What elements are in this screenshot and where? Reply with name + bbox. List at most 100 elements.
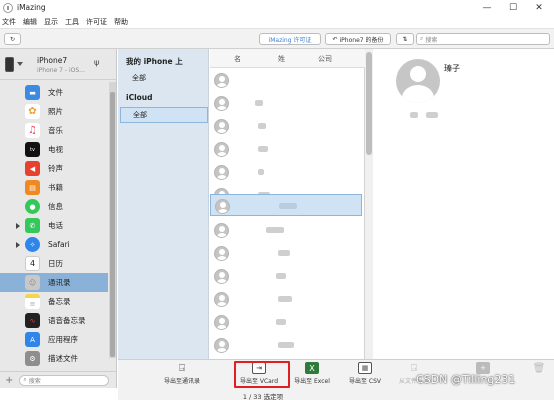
sidebar-item-label: Safari bbox=[48, 240, 70, 249]
sidebar-item-label: 应用程序 bbox=[48, 335, 78, 344]
expand-arrow-icon[interactable] bbox=[16, 241, 20, 248]
redacted-text bbox=[410, 112, 418, 118]
avatar bbox=[215, 199, 230, 214]
selection-status: 1 / 33 选定项 bbox=[242, 393, 284, 400]
column-company[interactable]: 公司 bbox=[318, 54, 332, 64]
window-title: iMazing bbox=[17, 3, 46, 12]
export-to-csv-button[interactable]: ▦ 导出至 CSV bbox=[339, 362, 391, 388]
sidebar-item-phone[interactable]: ✆ 电话 bbox=[0, 216, 108, 235]
sidebar-item-music[interactable]: ♫ 音乐 bbox=[0, 121, 108, 140]
contact-row[interactable] bbox=[210, 288, 362, 310]
export-to-contacts-button[interactable]: ⍈ 导出至通讯录 bbox=[156, 362, 208, 388]
voice-memo-icon: ∿ bbox=[25, 313, 40, 328]
sidebar-item-voice-memos[interactable]: ∿ 语音备忘录 bbox=[0, 311, 108, 330]
menu-help[interactable]: 帮助 bbox=[114, 17, 128, 27]
redacted-text bbox=[276, 319, 286, 325]
contact-row-selected[interactable] bbox=[210, 194, 362, 216]
sidebar-item-ringtones[interactable]: ◀ 铃声 bbox=[0, 159, 108, 178]
sidebar-scroll-thumb[interactable] bbox=[110, 92, 115, 357]
redacted-text bbox=[278, 250, 290, 256]
sidebar-item-safari[interactable]: ✧ Safari bbox=[0, 235, 108, 254]
sidebar: iPhone7 iPhone 7 - iOS... ψ ▬ 文件 ✿ 照片 ♫ … bbox=[0, 49, 117, 388]
menu-edit[interactable]: 编辑 bbox=[23, 17, 37, 27]
group-label: 全部 bbox=[133, 111, 147, 119]
contact-row[interactable] bbox=[210, 92, 362, 114]
menu-tools[interactable]: 工具 bbox=[65, 17, 79, 27]
contact-row[interactable] bbox=[210, 265, 362, 287]
delete-button[interactable]: 🗑 bbox=[513, 362, 554, 388]
refresh-button[interactable]: ↻ bbox=[4, 33, 21, 45]
sidebar-item-apps[interactable]: A 应用程序 bbox=[0, 330, 108, 349]
column-first-name[interactable]: 名 bbox=[234, 54, 241, 64]
contact-row[interactable] bbox=[210, 138, 362, 160]
search-input[interactable]: ⌕ 搜索 bbox=[416, 33, 550, 45]
menu-file[interactable]: 文件 bbox=[2, 17, 16, 27]
redacted-text bbox=[266, 227, 284, 233]
usb-icon: ψ bbox=[94, 58, 100, 67]
sidebar-item-label: 日历 bbox=[48, 259, 63, 268]
vcard-highlight-box bbox=[234, 361, 290, 388]
expand-arrow-icon[interactable] bbox=[16, 222, 20, 229]
group-all-iphone[interactable]: 全部 bbox=[120, 70, 208, 86]
sidebar-item-label: 文件 bbox=[48, 88, 63, 97]
contact-row[interactable] bbox=[210, 69, 362, 91]
sidebar-item-photos[interactable]: ✿ 照片 bbox=[0, 102, 108, 121]
menu-view[interactable]: 显示 bbox=[44, 17, 58, 27]
menu-bar: 文件 编辑 显示 工具 许可证 帮助 bbox=[0, 15, 554, 28]
contact-row[interactable] bbox=[210, 334, 362, 356]
export-label: 导出至 CSV bbox=[348, 378, 381, 385]
group-label: 全部 bbox=[132, 74, 146, 82]
toolbar: ↻ iMazing 许可证 ↶ iPhone7 的备份 ⇅ ⌕ 搜索 bbox=[0, 28, 554, 49]
add-icon[interactable]: + bbox=[5, 375, 13, 386]
device-header[interactable]: iPhone7 iPhone 7 - iOS... ψ bbox=[0, 49, 117, 80]
notes-icon: ≡ bbox=[25, 294, 40, 309]
sort-button[interactable]: ⇅ bbox=[396, 33, 414, 45]
excel-icon: X bbox=[305, 362, 319, 374]
trash-icon: 🗑 bbox=[532, 362, 546, 374]
sidebar-search-input[interactable]: ⌕ 搜索 bbox=[19, 374, 110, 386]
contact-avatar bbox=[396, 59, 440, 103]
contacts-scrollbar[interactable] bbox=[365, 49, 373, 359]
close-button[interactable]: ✕ bbox=[528, 0, 550, 15]
sidebar-search-placeholder: 搜索 bbox=[28, 377, 41, 385]
contact-row[interactable] bbox=[210, 115, 362, 137]
menu-license[interactable]: 许可证 bbox=[86, 17, 107, 27]
sidebar-scrollbar[interactable] bbox=[109, 82, 116, 358]
music-icon: ♫ bbox=[25, 123, 40, 138]
safari-icon: ✧ bbox=[25, 237, 40, 252]
sidebar-item-label: 铃声 bbox=[48, 164, 63, 173]
export-to-excel-button[interactable]: X 导出至 Excel bbox=[286, 362, 338, 388]
iphone-icon bbox=[5, 57, 14, 72]
sidebar-item-files[interactable]: ▬ 文件 bbox=[0, 83, 108, 102]
minimize-button[interactable]: — bbox=[476, 0, 498, 15]
column-last-name[interactable]: 姓 bbox=[278, 54, 285, 64]
sidebar-item-calendar[interactable]: 4 日历 bbox=[0, 254, 108, 273]
redacted-text bbox=[276, 273, 286, 279]
apps-icon: A bbox=[25, 332, 40, 347]
sidebar-item-books[interactable]: ▤ 书籍 bbox=[0, 178, 108, 197]
sidebar-item-notes[interactable]: ≡ 备忘录 bbox=[0, 292, 108, 311]
title-bar: iMazing bbox=[0, 0, 554, 15]
tv-icon: tv bbox=[25, 142, 40, 157]
contacts-scroll-thumb[interactable] bbox=[366, 52, 372, 155]
sidebar-item-tv[interactable]: tv 电视 bbox=[0, 140, 108, 159]
contact-name: 瑧子 bbox=[444, 64, 460, 73]
maximize-button[interactable]: ☐ bbox=[502, 0, 524, 15]
messages-icon: ● bbox=[25, 199, 40, 214]
group-all-icloud[interactable]: 全部 bbox=[120, 107, 208, 123]
contact-row[interactable] bbox=[210, 311, 362, 333]
sidebar-item-contacts[interactable]: ☺ 通讯录 bbox=[0, 273, 108, 292]
avatar bbox=[214, 315, 229, 330]
avatar bbox=[214, 246, 229, 261]
chevron-down-icon[interactable] bbox=[17, 62, 23, 66]
contact-row[interactable] bbox=[210, 219, 362, 241]
sidebar-item-profiles[interactable]: ⚙ 描述文件 bbox=[0, 349, 108, 368]
license-button[interactable]: iMazing 许可证 bbox=[259, 33, 321, 45]
sidebar-item-messages[interactable]: ● 信息 bbox=[0, 197, 108, 216]
avatar bbox=[214, 338, 229, 353]
csv-icon: ▦ bbox=[358, 362, 372, 374]
contact-row[interactable] bbox=[210, 242, 362, 264]
contact-row[interactable] bbox=[210, 161, 362, 183]
redacted-text bbox=[258, 169, 264, 175]
backup-button[interactable]: ↶ iPhone7 的备份 bbox=[325, 33, 391, 45]
